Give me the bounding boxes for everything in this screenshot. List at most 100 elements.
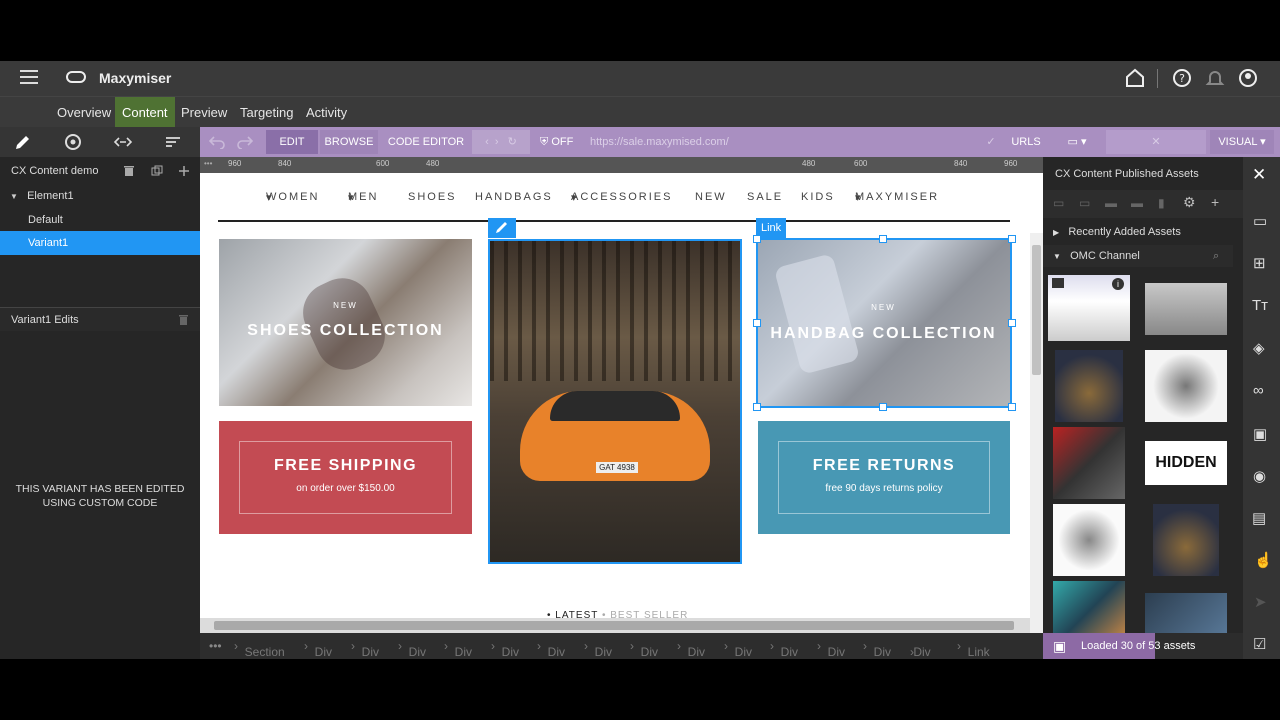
menu-icon[interactable]: [20, 70, 38, 84]
breadcrumb-item[interactable]: › Div: [491, 639, 519, 659]
asset-thumbnail[interactable]: [1053, 581, 1125, 641]
variant-default[interactable]: Default: [0, 208, 200, 232]
horizontal-scrollbar[interactable]: [200, 618, 1030, 633]
breadcrumb-item[interactable]: › Div: [724, 639, 752, 659]
undo-icon[interactable]: [208, 135, 226, 149]
tab-content[interactable]: Content: [115, 97, 175, 128]
bell-icon[interactable]: [1204, 67, 1226, 89]
recent-assets-folder[interactable]: ▶ Recently Added Assets: [1043, 221, 1233, 243]
breadcrumb-item[interactable]: › Section: [234, 639, 285, 659]
settings-icon[interactable]: [63, 132, 83, 152]
site-nav-kids[interactable]: KIDS: [801, 191, 835, 203]
asset-thumbnail[interactable]: [1053, 427, 1125, 499]
trash-icon[interactable]: [178, 314, 189, 326]
touch-icon[interactable]: ☝: [1254, 551, 1273, 569]
vertical-scrollbar[interactable]: [1030, 233, 1043, 659]
duplicate-icon[interactable]: [151, 165, 163, 177]
tab-preview[interactable]: Preview: [174, 97, 234, 128]
paint-icon[interactable]: ◈: [1253, 339, 1265, 357]
add-icon[interactable]: [178, 165, 190, 177]
scroll-thumb[interactable]: [1032, 245, 1041, 375]
image-icon[interactable]: ▣: [1253, 425, 1267, 443]
preview-canvas[interactable]: WOMEN ▾ MEN ▾ SHOES HANDBAGS ACCESSORIES ▾ …: [200, 173, 1043, 618]
tab-targeting[interactable]: Targeting: [233, 97, 300, 128]
breadcrumb-item[interactable]: › Div: [817, 639, 845, 659]
resize-handle[interactable]: [753, 403, 761, 411]
user-icon[interactable]: [1237, 67, 1259, 89]
breadcrumb-item[interactable]: › Div: [444, 639, 472, 659]
resize-handle[interactable]: [879, 403, 887, 411]
car-image-tile[interactable]: GAT 4938: [488, 239, 742, 564]
resize-handle[interactable]: [879, 235, 887, 243]
asset-tool-icon[interactable]: ▬: [1131, 196, 1143, 210]
ruler-icon[interactable]: ▤: [1252, 509, 1266, 527]
resize-handle[interactable]: [1008, 235, 1016, 243]
resize-handle[interactable]: [753, 235, 761, 243]
navigation-icon[interactable]: ➤: [1254, 593, 1267, 611]
site-nav-handbags[interactable]: HANDBAGS: [475, 191, 553, 203]
sort-icon[interactable]: [163, 132, 183, 152]
code-editor-button[interactable]: CODE EDITOR: [386, 130, 466, 154]
search-icon[interactable]: ⌕: [1213, 245, 1219, 267]
browse-button[interactable]: BROWSE: [320, 130, 378, 154]
checkbox-icon[interactable]: ☑: [1253, 635, 1266, 653]
eye-icon[interactable]: ◉: [1253, 467, 1266, 485]
gear-icon[interactable]: ⚙: [1183, 194, 1196, 211]
add-box-icon[interactable]: ⊞: [1253, 254, 1266, 272]
asset-thumbnail[interactable]: [1145, 283, 1227, 335]
url-input[interactable]: https://sale.maxymised.com/: [584, 130, 974, 154]
asset-thumbnail[interactable]: [1153, 504, 1219, 576]
scroll-thumb[interactable]: [214, 621, 1014, 630]
tab-overview[interactable]: Overview: [50, 97, 118, 128]
free-returns-banner[interactable]: FREE RETURNS free 90 days returns policy: [758, 421, 1010, 534]
asset-thumbnail[interactable]: [1053, 504, 1125, 576]
edit-pencil-badge[interactable]: [488, 218, 516, 238]
breadcrumb-item[interactable]: › Div: [630, 639, 658, 659]
trash-icon[interactable]: ▮: [1158, 196, 1165, 210]
trash-icon[interactable]: [123, 165, 135, 177]
asset-thumbnail[interactable]: [1055, 350, 1123, 422]
breadcrumb-item[interactable]: › Div: [770, 639, 798, 659]
asset-tool-icon[interactable]: ▭: [1079, 196, 1090, 210]
close-icon[interactable]: ✕: [1252, 165, 1266, 185]
tree-element[interactable]: ▼ Element1: [0, 184, 200, 208]
tab-latest[interactable]: LATEST: [555, 610, 598, 618]
handbag-collection-tile[interactable]: NEW HANDBAG COLLECTION: [757, 239, 1010, 406]
breadcrumb-item[interactable]: › Div: [863, 639, 891, 659]
variant-variant1[interactable]: Variant1: [0, 231, 200, 255]
folder-icon[interactable]: ▭: [1253, 212, 1267, 230]
breadcrumb-item[interactable]: › Div: [351, 639, 379, 659]
pencil-icon[interactable]: [13, 132, 33, 152]
asset-tool-icon[interactable]: ▭: [1053, 196, 1064, 210]
add-icon[interactable]: +: [1211, 194, 1219, 210]
site-nav-shoes[interactable]: SHOES: [408, 191, 457, 203]
asset-tool-icon[interactable]: ▬: [1105, 196, 1117, 210]
resize-handle[interactable]: [753, 319, 761, 327]
hidden-side-thumbnail[interactable]: HIDDEN SIDE: [1145, 441, 1227, 485]
help-icon[interactable]: ?: [1171, 67, 1193, 89]
off-toggle[interactable]: ⛨ OFF: [534, 130, 578, 154]
nav-arrows[interactable]: ‹ › ↻: [472, 130, 530, 154]
edit-button[interactable]: EDIT: [266, 130, 318, 154]
breadcrumb-item[interactable]: › Div: [537, 639, 565, 659]
breadcrumb-item[interactable]: › Link: [957, 639, 990, 659]
tab-best-seller[interactable]: BEST SELLER: [610, 610, 688, 618]
breadcrumb-item[interactable]: › Div: [677, 639, 705, 659]
link-icon[interactable]: ∞: [1253, 382, 1264, 399]
home-icon[interactable]: [1124, 67, 1146, 89]
visual-dropdown[interactable]: VISUAL ▾: [1210, 130, 1274, 154]
text-icon[interactable]: Tт: [1252, 297, 1268, 314]
breadcrumb-item[interactable]: › Div: [584, 639, 612, 659]
code-arrows-icon[interactable]: [113, 132, 133, 152]
shoes-collection-tile[interactable]: NEW SHOES COLLECTION: [219, 239, 472, 406]
tab-activity[interactable]: Activity: [299, 97, 354, 128]
omc-channel-folder[interactable]: ▼ OMC Channel ⌕: [1043, 245, 1233, 267]
device-dropdown[interactable]: ▭ ▾: [1052, 130, 1102, 154]
breadcrumb-item[interactable]: › Div: [304, 639, 332, 659]
redo-icon[interactable]: [236, 135, 254, 149]
check-icon[interactable]: ✓: [978, 130, 1004, 154]
resize-handle[interactable]: [1008, 319, 1016, 327]
asset-thumbnail[interactable]: i: [1048, 275, 1130, 341]
breadcrumb-more[interactable]: •••: [209, 639, 222, 653]
site-nav-new[interactable]: NEW: [695, 191, 727, 203]
